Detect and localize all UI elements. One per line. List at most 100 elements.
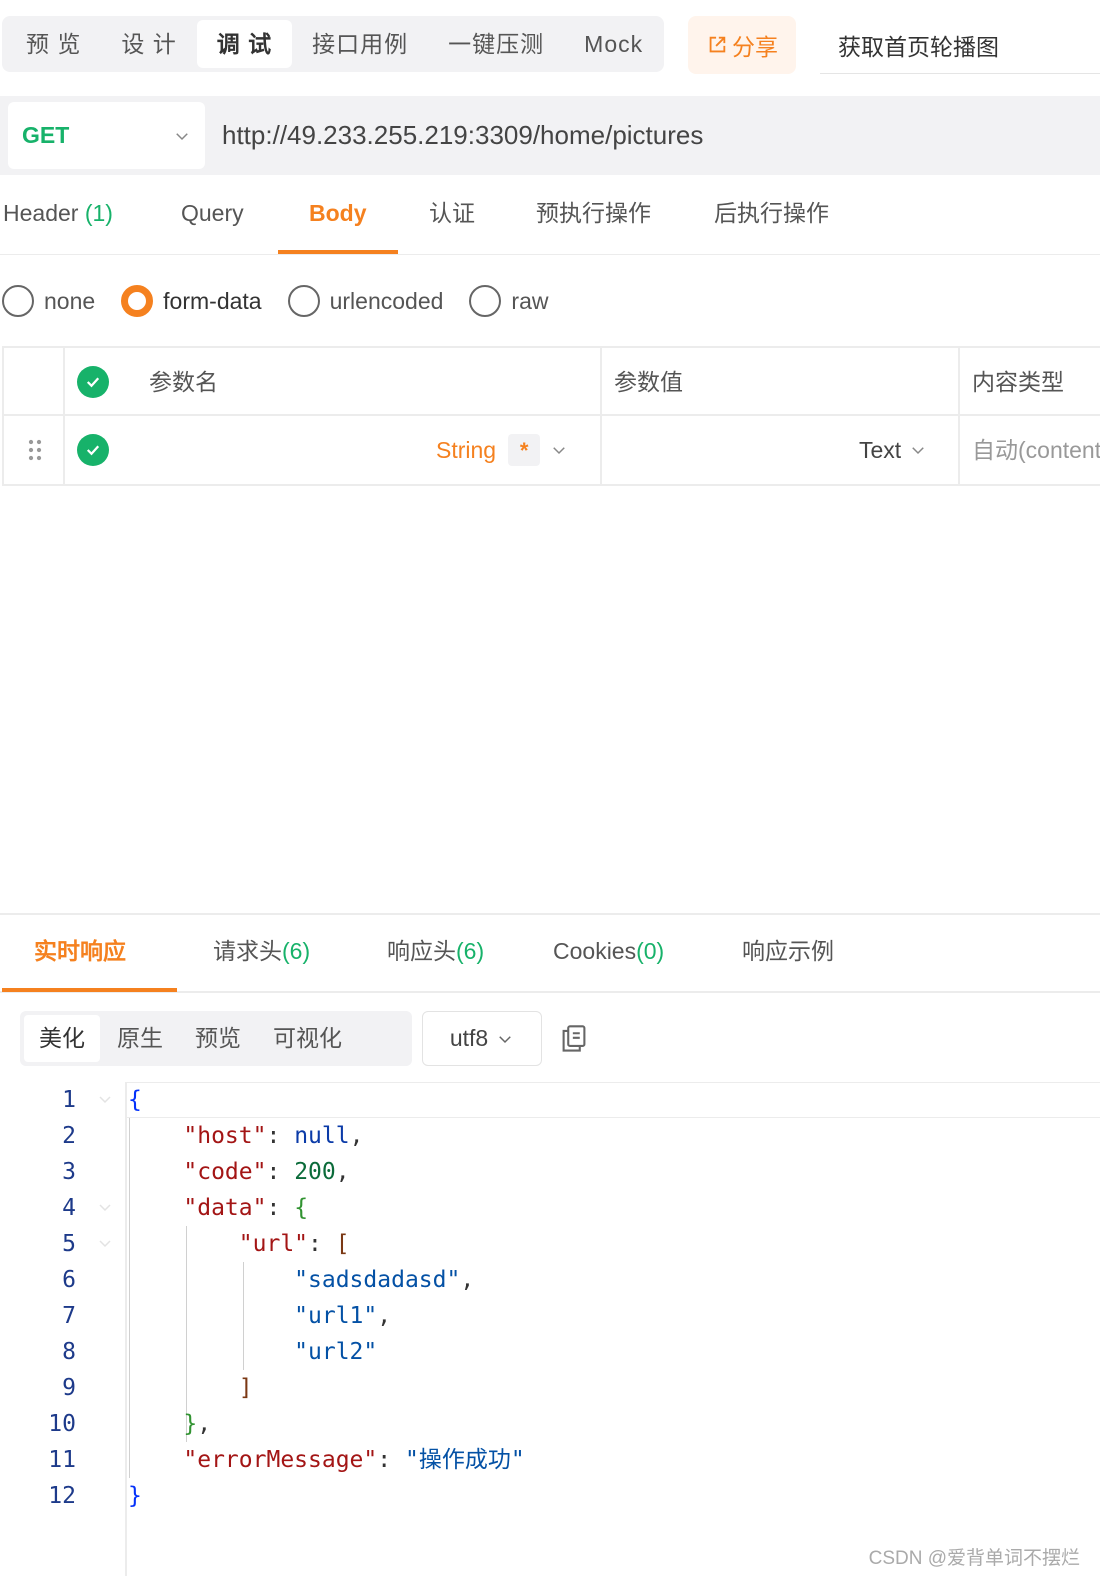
tab-header-count: (1): [84, 200, 113, 226]
radio-label: urlencoded: [329, 287, 444, 314]
tab-label: Cookies: [553, 938, 637, 964]
share-button[interactable]: 分享: [688, 16, 796, 74]
select-all-checkbox[interactable]: [77, 366, 109, 398]
chevron-down-icon: [176, 132, 188, 140]
response-code-viewer: 1 2 3 4 5 6 7 8 9 10 11 12 { "host": nul…: [0, 1082, 1100, 1576]
json-key: "url": [238, 1231, 309, 1257]
tab-query[interactable]: Query: [181, 180, 244, 255]
check-icon: [86, 377, 100, 388]
radio-circle: [469, 285, 502, 317]
radio-form-data[interactable]: form-data: [121, 285, 262, 317]
radio-label: raw: [511, 287, 549, 314]
code-line: ]: [128, 1375, 253, 1401]
json-value: null: [294, 1123, 350, 1149]
tab-mock[interactable]: Mock: [564, 20, 663, 68]
params-table: 参数名 参数值 内容类型 String * Text 自动(content: [2, 346, 1100, 486]
tab-response-examples[interactable]: 响应示例: [742, 915, 834, 991]
line-number: 7: [62, 1303, 76, 1329]
code-line: "host": null,: [183, 1123, 364, 1149]
line-number: 4: [62, 1195, 76, 1221]
radio-label: none: [44, 287, 96, 314]
view-preview[interactable]: 预览: [180, 1015, 256, 1062]
code-line: {: [128, 1087, 142, 1113]
view-raw[interactable]: 原生: [102, 1015, 178, 1062]
required-toggle[interactable]: *: [508, 434, 541, 466]
tab-load-test[interactable]: 一键压测: [428, 20, 564, 68]
tab-header[interactable]: Header (1): [3, 180, 113, 255]
radio-none[interactable]: none: [2, 285, 95, 317]
table-header-row: 参数名 参数值 内容类型: [4, 348, 1100, 416]
json-value: 200: [294, 1159, 336, 1185]
json-value: "url1": [294, 1303, 378, 1329]
tab-design[interactable]: 设 计: [101, 20, 196, 68]
column-header-name: 参数名: [149, 369, 218, 395]
code-line: "url": [: [238, 1231, 350, 1257]
method-select[interactable]: GET: [8, 102, 205, 169]
active-tab-indicator: [2, 988, 177, 992]
line-number: 8: [62, 1339, 76, 1365]
tab-pre-script[interactable]: 预执行操作: [536, 180, 651, 255]
copy-icon[interactable]: [560, 1024, 588, 1054]
drag-handle-icon[interactable]: [26, 438, 44, 462]
encoding-label: utf8: [449, 1025, 489, 1051]
chevron-down-icon: [553, 447, 565, 455]
fold-arrow-icon[interactable]: [97, 1236, 113, 1252]
tab-cookies[interactable]: Cookies(0): [553, 915, 664, 991]
tab-response-headers[interactable]: 响应头(6): [387, 915, 484, 991]
api-name-input[interactable]: 获取首页轮播图: [820, 22, 1100, 74]
encoding-select[interactable]: utf8: [422, 1011, 542, 1066]
chevron-down-icon: [912, 447, 924, 455]
fold-arrow-icon[interactable]: [97, 1200, 113, 1216]
line-number: 6: [62, 1267, 76, 1293]
response-tabs: 实时响应 请求头(6) 响应头(6) Cookies(0) 响应示例: [0, 915, 1100, 993]
tab-count: (6): [282, 938, 311, 964]
tab-preview[interactable]: 预 览: [6, 20, 101, 68]
radio-circle: [121, 285, 154, 317]
json-value: "操作成功": [404, 1447, 525, 1473]
param-type-select[interactable]: String *: [436, 416, 568, 484]
column-header-content-type: 内容类型: [972, 369, 1064, 395]
view-mode-segment: 美化 原生 预览 可视化: [20, 1011, 412, 1066]
param-type-label: String: [436, 436, 497, 463]
line-number: 12: [48, 1483, 76, 1509]
radio-urlencoded[interactable]: urlencoded: [287, 285, 444, 317]
tab-test-cases[interactable]: 接口用例: [292, 20, 428, 68]
code-line: "url2": [128, 1334, 377, 1370]
active-tab-indicator: [278, 250, 398, 254]
current-line-highlight: [127, 1082, 1100, 1118]
fold-arrow-icon[interactable]: [97, 1092, 113, 1108]
request-tabs: Header (1) Query Body 认证 预执行操作 后执行操作: [0, 180, 1100, 255]
tab-body[interactable]: Body: [309, 180, 367, 255]
tab-count: (6): [456, 938, 485, 964]
radio-raw[interactable]: raw: [469, 285, 548, 317]
code-line: "sadsdadasd",: [294, 1267, 475, 1293]
column-header-value: 参数值: [614, 369, 683, 395]
url-bar: GET http://49.233.255.219:3309/home/pict…: [0, 96, 1100, 175]
mode-tabs: 预 览 设 计 调 试 接口用例 一键压测 Mock: [2, 16, 664, 72]
table-row: String * Text 自动(content: [4, 416, 1100, 484]
watermark: CSDN @爱背单词不摆烂: [868, 1548, 1080, 1569]
tab-realtime-response[interactable]: 实时响应: [34, 915, 126, 991]
share-label: 分享: [732, 34, 778, 60]
json-value: "url2": [294, 1339, 378, 1365]
value-type-select[interactable]: Text: [859, 416, 927, 484]
line-number: 9: [62, 1375, 76, 1401]
json-value: "sadsdadasd": [294, 1267, 461, 1293]
view-visualize[interactable]: 可视化: [258, 1015, 357, 1062]
url-input[interactable]: http://49.233.255.219:3309/home/pictures: [222, 112, 1082, 158]
line-number: 11: [48, 1447, 76, 1473]
share-icon: [709, 36, 726, 53]
radio-circle: [287, 285, 320, 317]
line-number: 3: [62, 1159, 76, 1185]
row-enable-checkbox[interactable]: [77, 434, 109, 466]
tab-debug[interactable]: 调 试: [196, 20, 293, 68]
content-type-input[interactable]: 自动(content: [972, 416, 1100, 484]
view-beautify[interactable]: 美化: [24, 1015, 100, 1062]
tab-post-script[interactable]: 后执行操作: [714, 180, 829, 255]
tab-request-headers[interactable]: 请求头(6): [213, 915, 310, 991]
line-number: 1: [62, 1087, 76, 1113]
json-key: "code": [183, 1159, 267, 1185]
chevron-down-icon: [499, 1035, 511, 1043]
tab-auth[interactable]: 认证: [429, 180, 475, 255]
line-number: 2: [62, 1123, 76, 1149]
